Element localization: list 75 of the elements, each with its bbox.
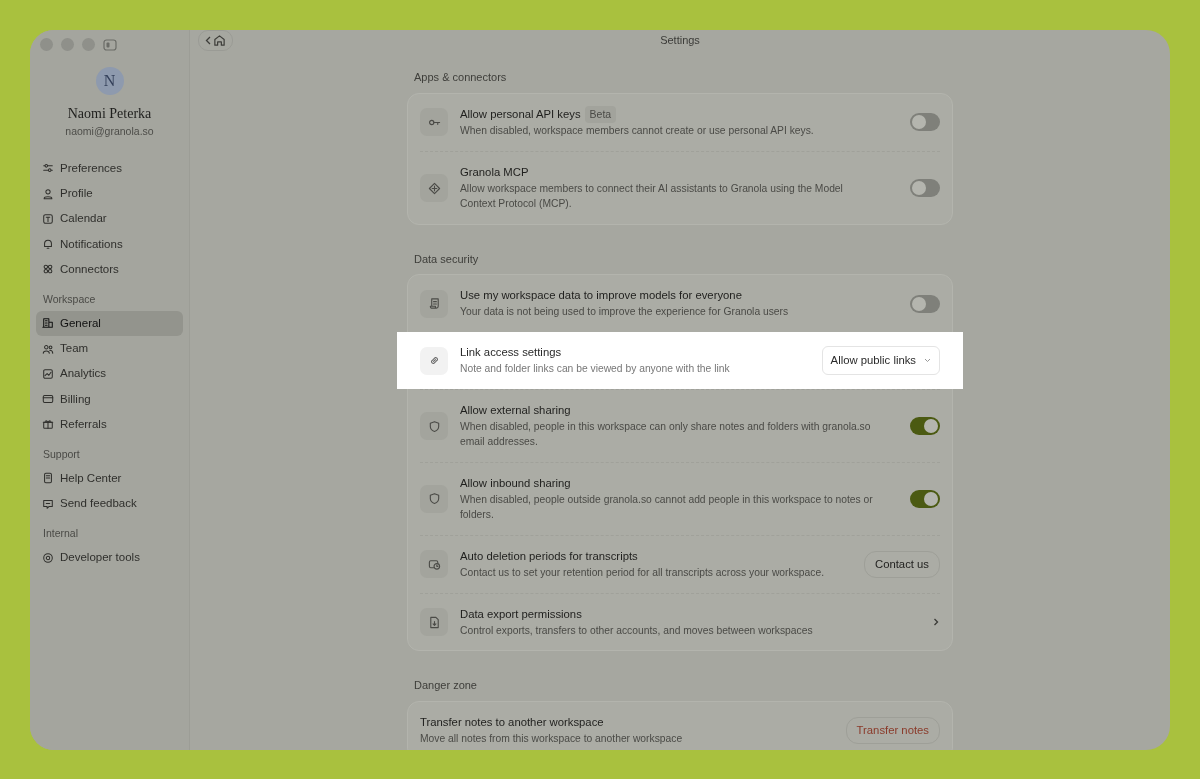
sidebar-heading: Support	[42, 447, 81, 462]
window-title: Settings	[660, 34, 700, 47]
beta-tag: Beta	[584, 105, 617, 124]
sliders-icon	[42, 162, 54, 175]
sidebar-item[interactable]: Notifications	[36, 231, 183, 257]
calendar-icon	[42, 212, 54, 225]
sidebar-item[interactable]: Send feedback	[36, 491, 183, 517]
setting-title: Allow inbound sharing	[460, 475, 571, 491]
setting-title: Auto deletion periods for transcripts	[460, 548, 638, 564]
section-heading: Danger zone	[413, 678, 478, 694]
setting-title: Granola MCP	[460, 165, 529, 181]
setting-description: Contact us to set your retention period for all transcripts across your workspace.	[460, 565, 825, 580]
avatar[interactable]: N	[95, 67, 124, 95]
chart-icon	[42, 367, 54, 380]
toggle-switch[interactable]	[910, 417, 940, 436]
user-name: Naomi Peterka	[67, 105, 152, 123]
dropdown[interactable]: Allow public links	[821, 346, 940, 376]
setting-title: Transfer notes to another workspace	[420, 714, 604, 730]
setting-description: When disabled, people outside granola.so cannot add people in this workspace to notes or folders.	[460, 492, 874, 522]
setting-description: Move all notes from this workspace to another workspace	[420, 731, 684, 746]
shield-icon	[427, 492, 441, 506]
toggle-switch[interactable]	[910, 489, 940, 508]
diamond-icon	[427, 181, 441, 195]
people-icon	[42, 342, 54, 355]
sidebar-item[interactable]: General	[36, 310, 183, 336]
gear-icon	[42, 551, 54, 564]
setting-description: Your data is not being used to improve the experience for Granola users	[460, 305, 790, 320]
setting-title: Data export permissions	[460, 606, 582, 622]
setting-description: Note and folder links can be viewed by anyone with the link	[460, 362, 731, 377]
sidebar-item[interactable]: Billing	[36, 386, 183, 412]
setting-title: Use my workspace data to improve models for everyone	[460, 288, 742, 304]
toggle-switch[interactable]	[910, 179, 940, 198]
sidebar-item[interactable]: Help Center	[36, 465, 183, 491]
user-email: naomi@granola.so	[65, 124, 154, 139]
caret-icon	[924, 358, 931, 364]
action-button[interactable]: Contact us	[864, 550, 940, 578]
document-icon	[42, 472, 54, 485]
sidebar-heading: Workspace	[42, 292, 97, 307]
sidebar-item[interactable]: Connectors	[36, 256, 183, 282]
setting-description: When disabled, people in this workspace can only share notes and folders with granola.so email addresses.	[460, 420, 872, 450]
action-button[interactable]: Transfer notes	[845, 716, 940, 744]
setting-description: When disabled, workspace members cannot create or use personal API keys.	[460, 124, 815, 139]
building-icon	[42, 317, 54, 330]
bell-icon	[42, 238, 54, 251]
sidebar-item[interactable]: Preferences	[36, 155, 183, 181]
scroll-icon	[427, 297, 441, 311]
back-icon	[205, 36, 211, 45]
setting-description: Control exports, transfers to other accounts, and moves between workspaces	[460, 623, 814, 638]
gift-icon	[42, 418, 54, 431]
back-home-button[interactable]	[198, 30, 233, 51]
file-icon	[427, 615, 441, 629]
section-heading: Data security	[413, 251, 480, 267]
card-icon	[42, 393, 54, 406]
chevron-icon[interactable]	[932, 617, 940, 627]
sidebar-item[interactable]: Profile	[36, 181, 183, 207]
toggle-switch[interactable]	[910, 113, 940, 132]
setting-title: Allow external sharing	[460, 403, 571, 419]
setting-title: Link access settings	[460, 345, 562, 361]
setting-title: Allow personal API keys	[460, 106, 581, 122]
sidebar-item[interactable]: Calendar	[36, 206, 183, 232]
sidebar-item[interactable]: Developer tools	[36, 545, 183, 571]
clock-box-icon	[427, 557, 441, 571]
sidebar-item[interactable]: Referrals	[36, 411, 183, 437]
message-icon	[42, 497, 54, 510]
sidebar-heading: Internal	[42, 526, 80, 542]
setting-description: Allow workspace members to connect their AI assistants to Granola using the Model Context Protocol (MCP).	[460, 182, 844, 212]
shield-icon	[427, 419, 441, 433]
sidebar-item[interactable]: Team	[36, 336, 183, 362]
grid-icon	[42, 263, 54, 276]
sidebar-toggle-icon[interactable]	[103, 38, 117, 51]
person-icon	[42, 187, 54, 200]
toggle-switch[interactable]	[910, 294, 940, 313]
section-heading: Apps & connectors	[413, 70, 508, 85]
home-icon	[213, 34, 226, 47]
sidebar-item[interactable]: Analytics	[36, 361, 183, 387]
